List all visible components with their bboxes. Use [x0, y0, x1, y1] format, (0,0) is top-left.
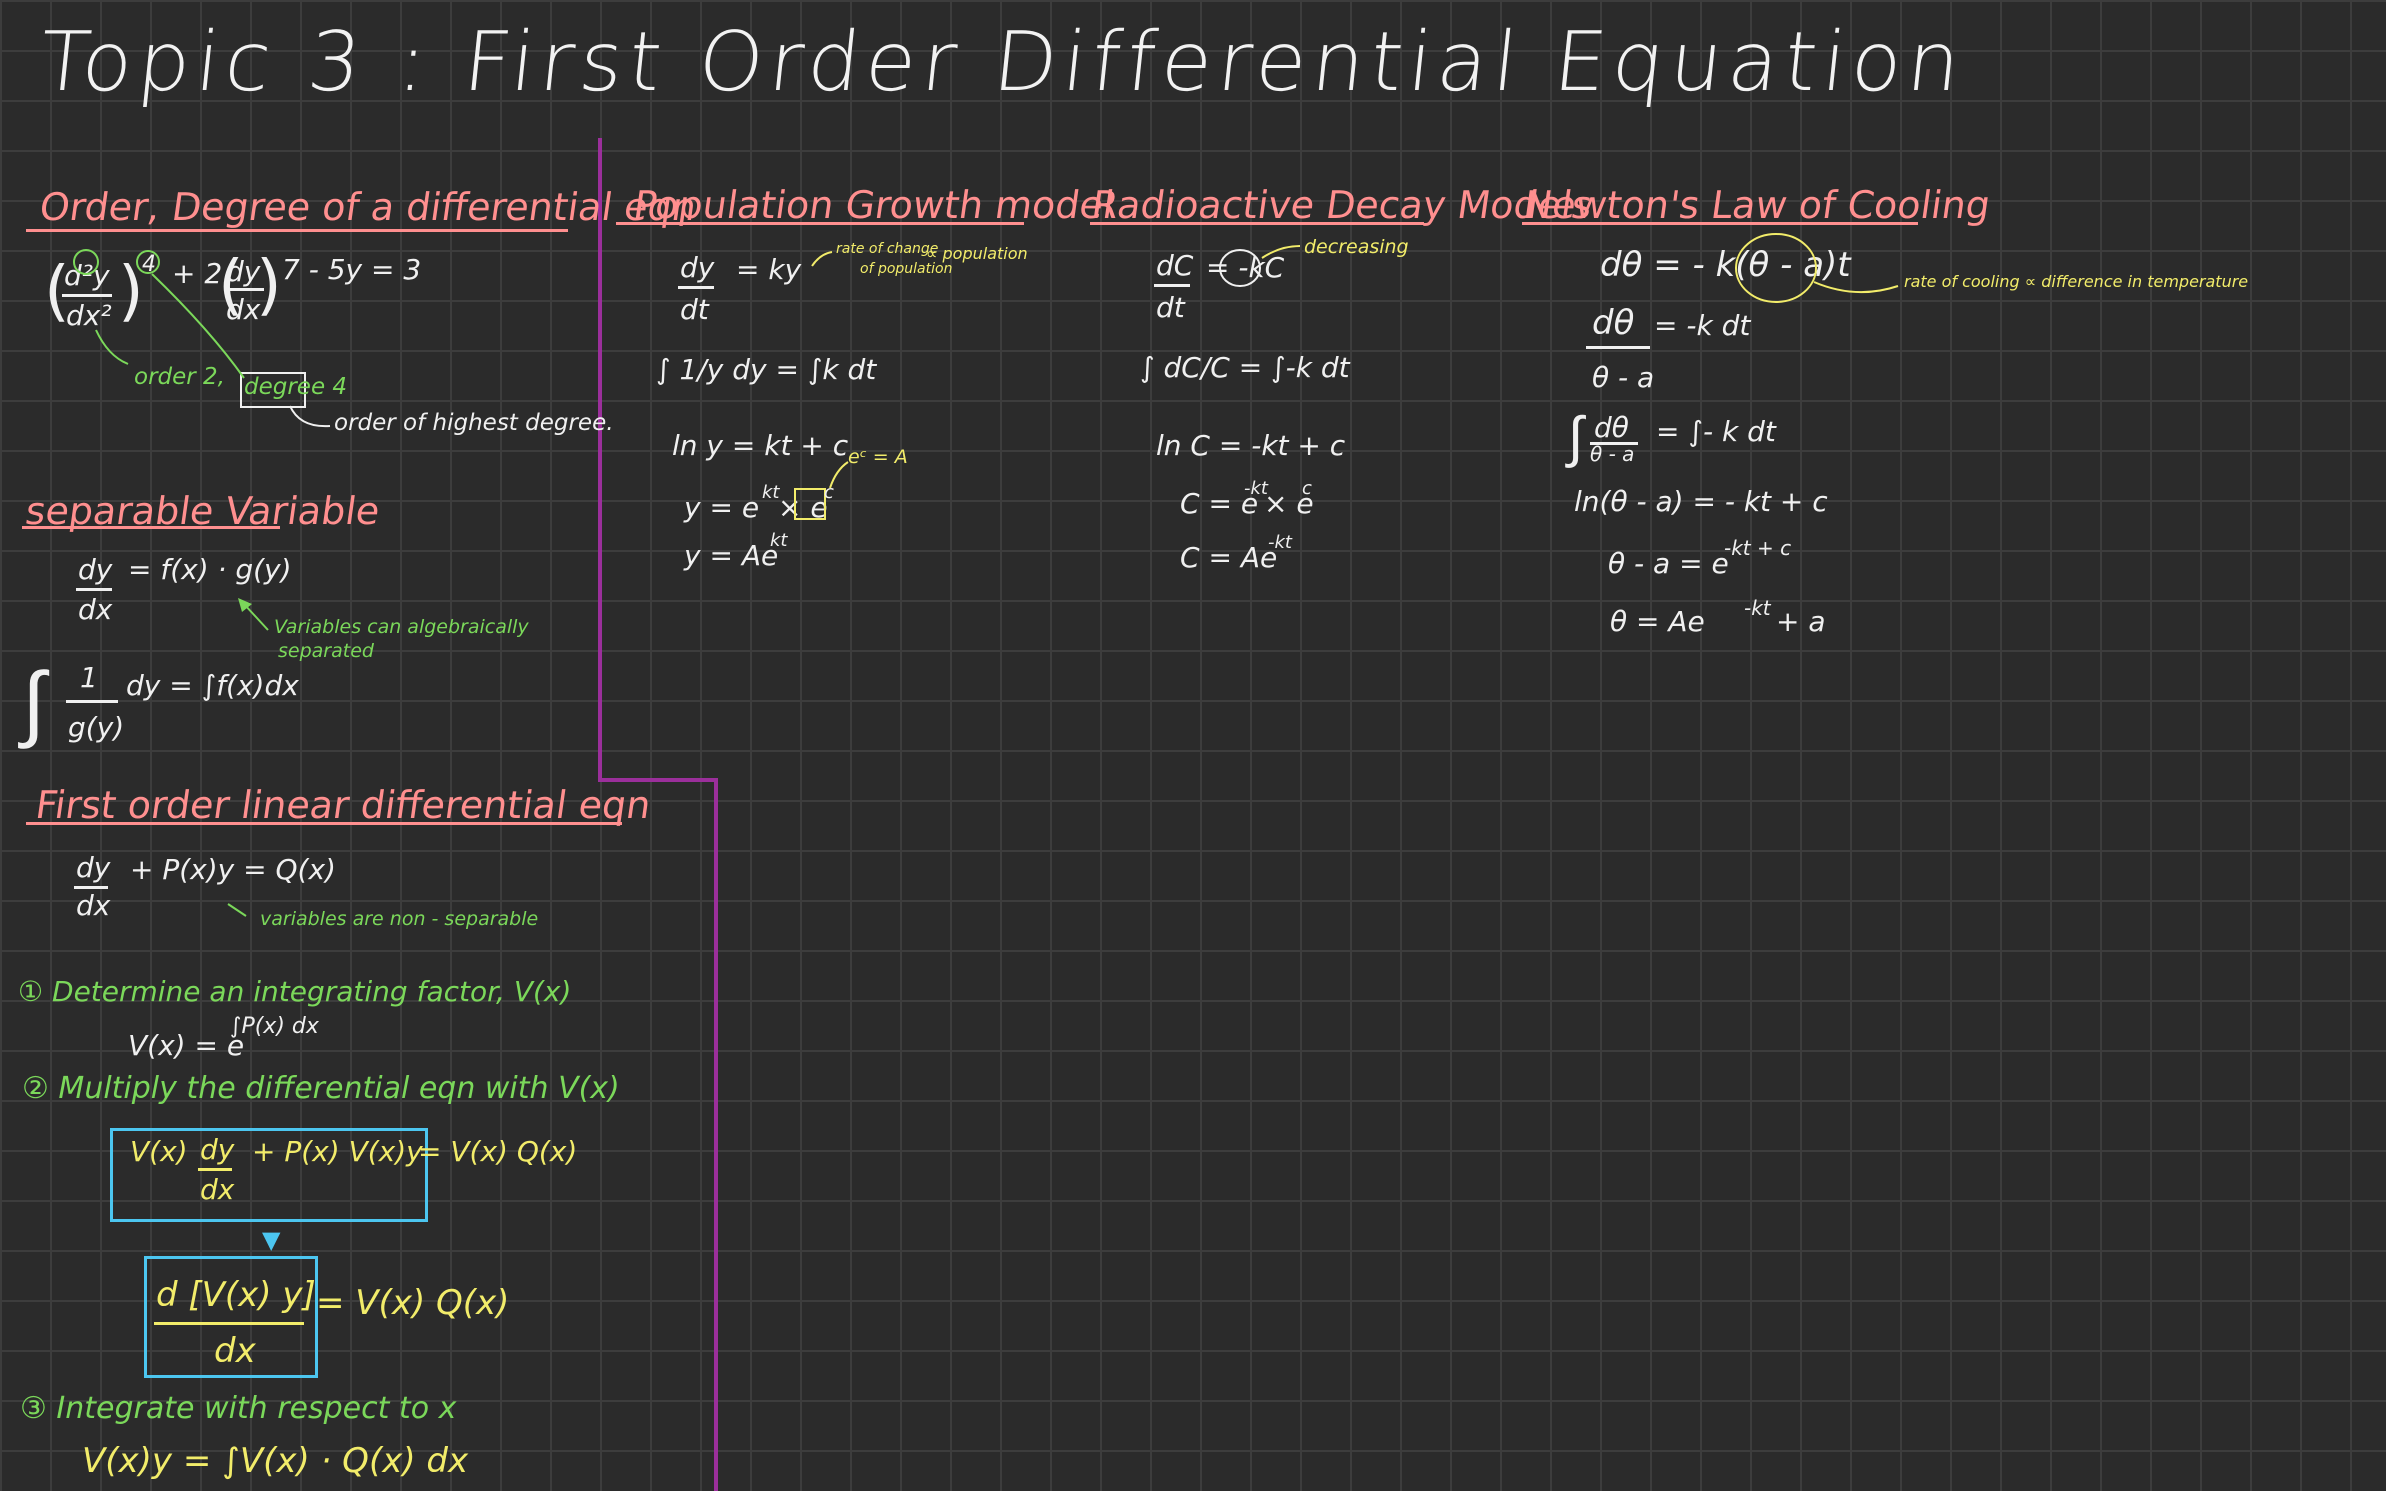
degree-pointer	[151, 273, 245, 379]
newton-pointer	[1813, 281, 1899, 294]
annotation-strokes	[73, 233, 1899, 917]
highest-pointer	[289, 405, 331, 428]
ec-pointer	[829, 461, 849, 489]
order-pointer	[95, 329, 129, 365]
degree-circle	[136, 250, 160, 274]
rate-pointer	[811, 251, 833, 267]
separable-arrow	[243, 603, 269, 631]
decay-circle	[1219, 249, 1261, 287]
order-circle	[73, 249, 99, 275]
newton-circle	[1735, 233, 1817, 303]
linear-arrow	[227, 903, 247, 917]
decreasing-pointer	[1261, 245, 1301, 259]
